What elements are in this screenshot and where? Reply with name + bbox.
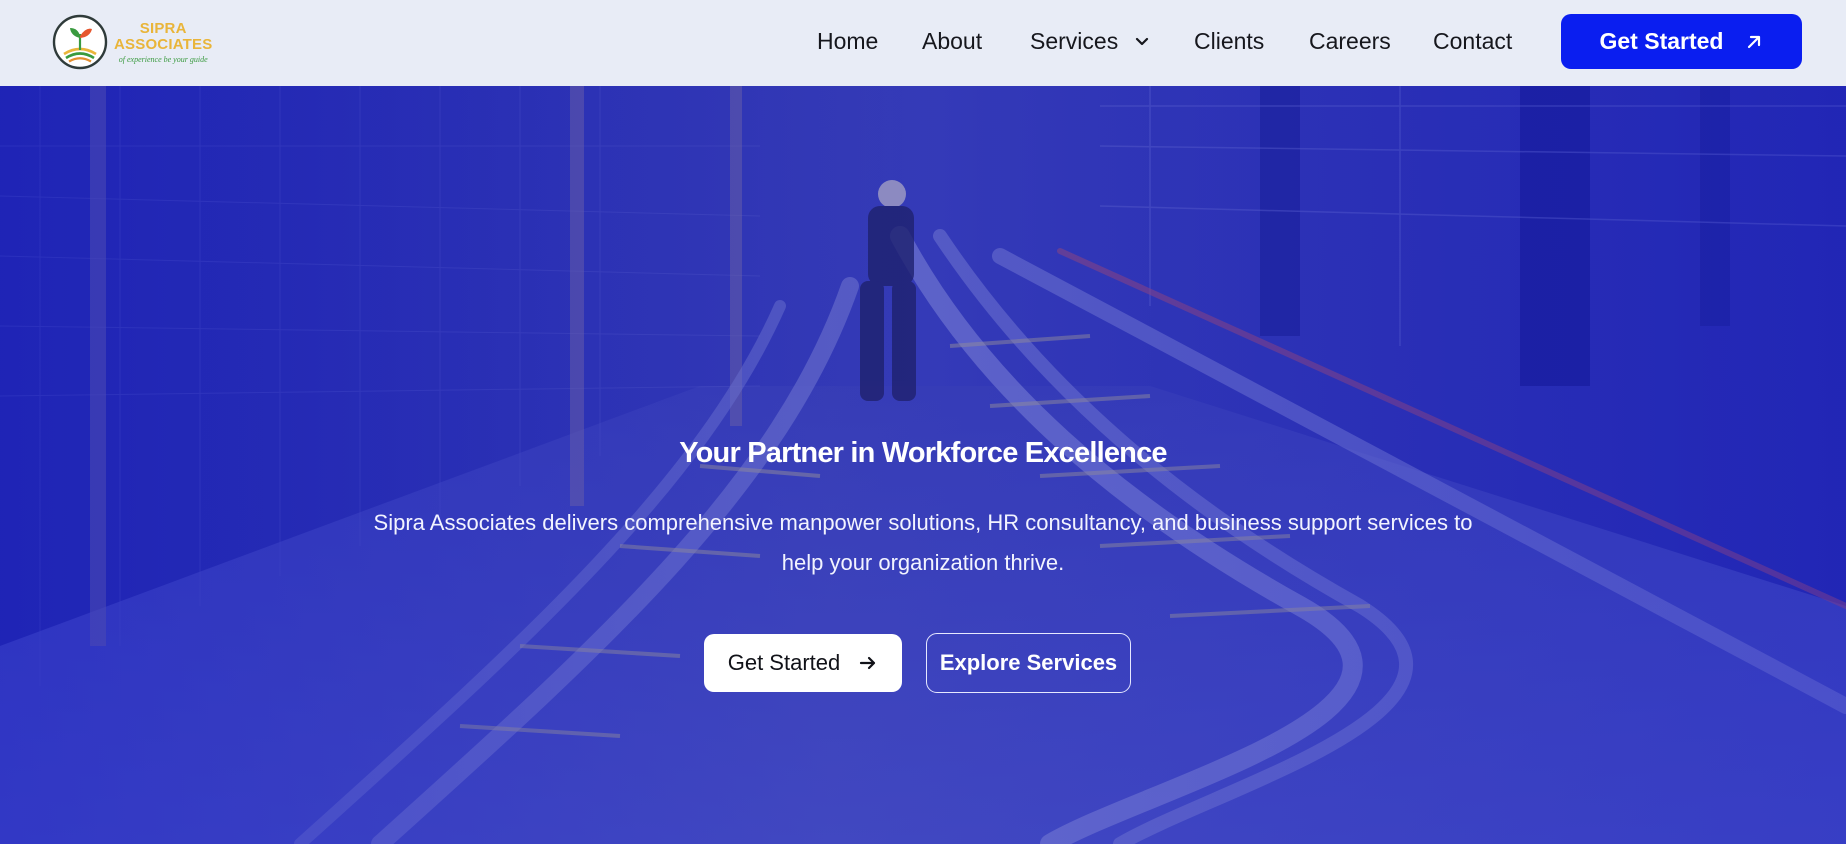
- nav-item-contact[interactable]: Contact: [1433, 26, 1512, 56]
- explore-services-button[interactable]: Explore Services: [926, 633, 1131, 693]
- hero-section: Your Partner in Workforce Excellence Sip…: [0, 86, 1846, 844]
- chevron-down-icon: [1136, 37, 1149, 46]
- hero-get-started-label: Get Started: [727, 650, 841, 675]
- get-started-label: Get Started: [1599, 28, 1724, 54]
- nav-item-services-label: Services: [1030, 28, 1119, 54]
- nav-item-services[interactable]: Services: [1030, 26, 1150, 56]
- nav-item-careers[interactable]: Careers: [1309, 26, 1391, 56]
- hero-description: Sipra Associates delivers comprehensive …: [373, 510, 1473, 575]
- get-started-button[interactable]: Get Started: [1561, 14, 1802, 69]
- nav-item-clients[interactable]: Clients: [1194, 26, 1264, 56]
- page: SIPRA ASSOCIATES of experience be your g…: [0, 0, 1846, 844]
- arrow-right-icon: [860, 656, 876, 670]
- nav-item-home[interactable]: Home: [817, 26, 878, 56]
- arrow-up-right-icon: [1748, 35, 1761, 48]
- hero-title: Your Partner in Workforce Excellence: [679, 437, 1167, 469]
- site-header: SIPRA ASSOCIATES of experience be your g…: [0, 0, 1846, 86]
- nav-item-about[interactable]: About: [922, 26, 982, 56]
- hero-get-started-button[interactable]: Get Started: [704, 634, 902, 692]
